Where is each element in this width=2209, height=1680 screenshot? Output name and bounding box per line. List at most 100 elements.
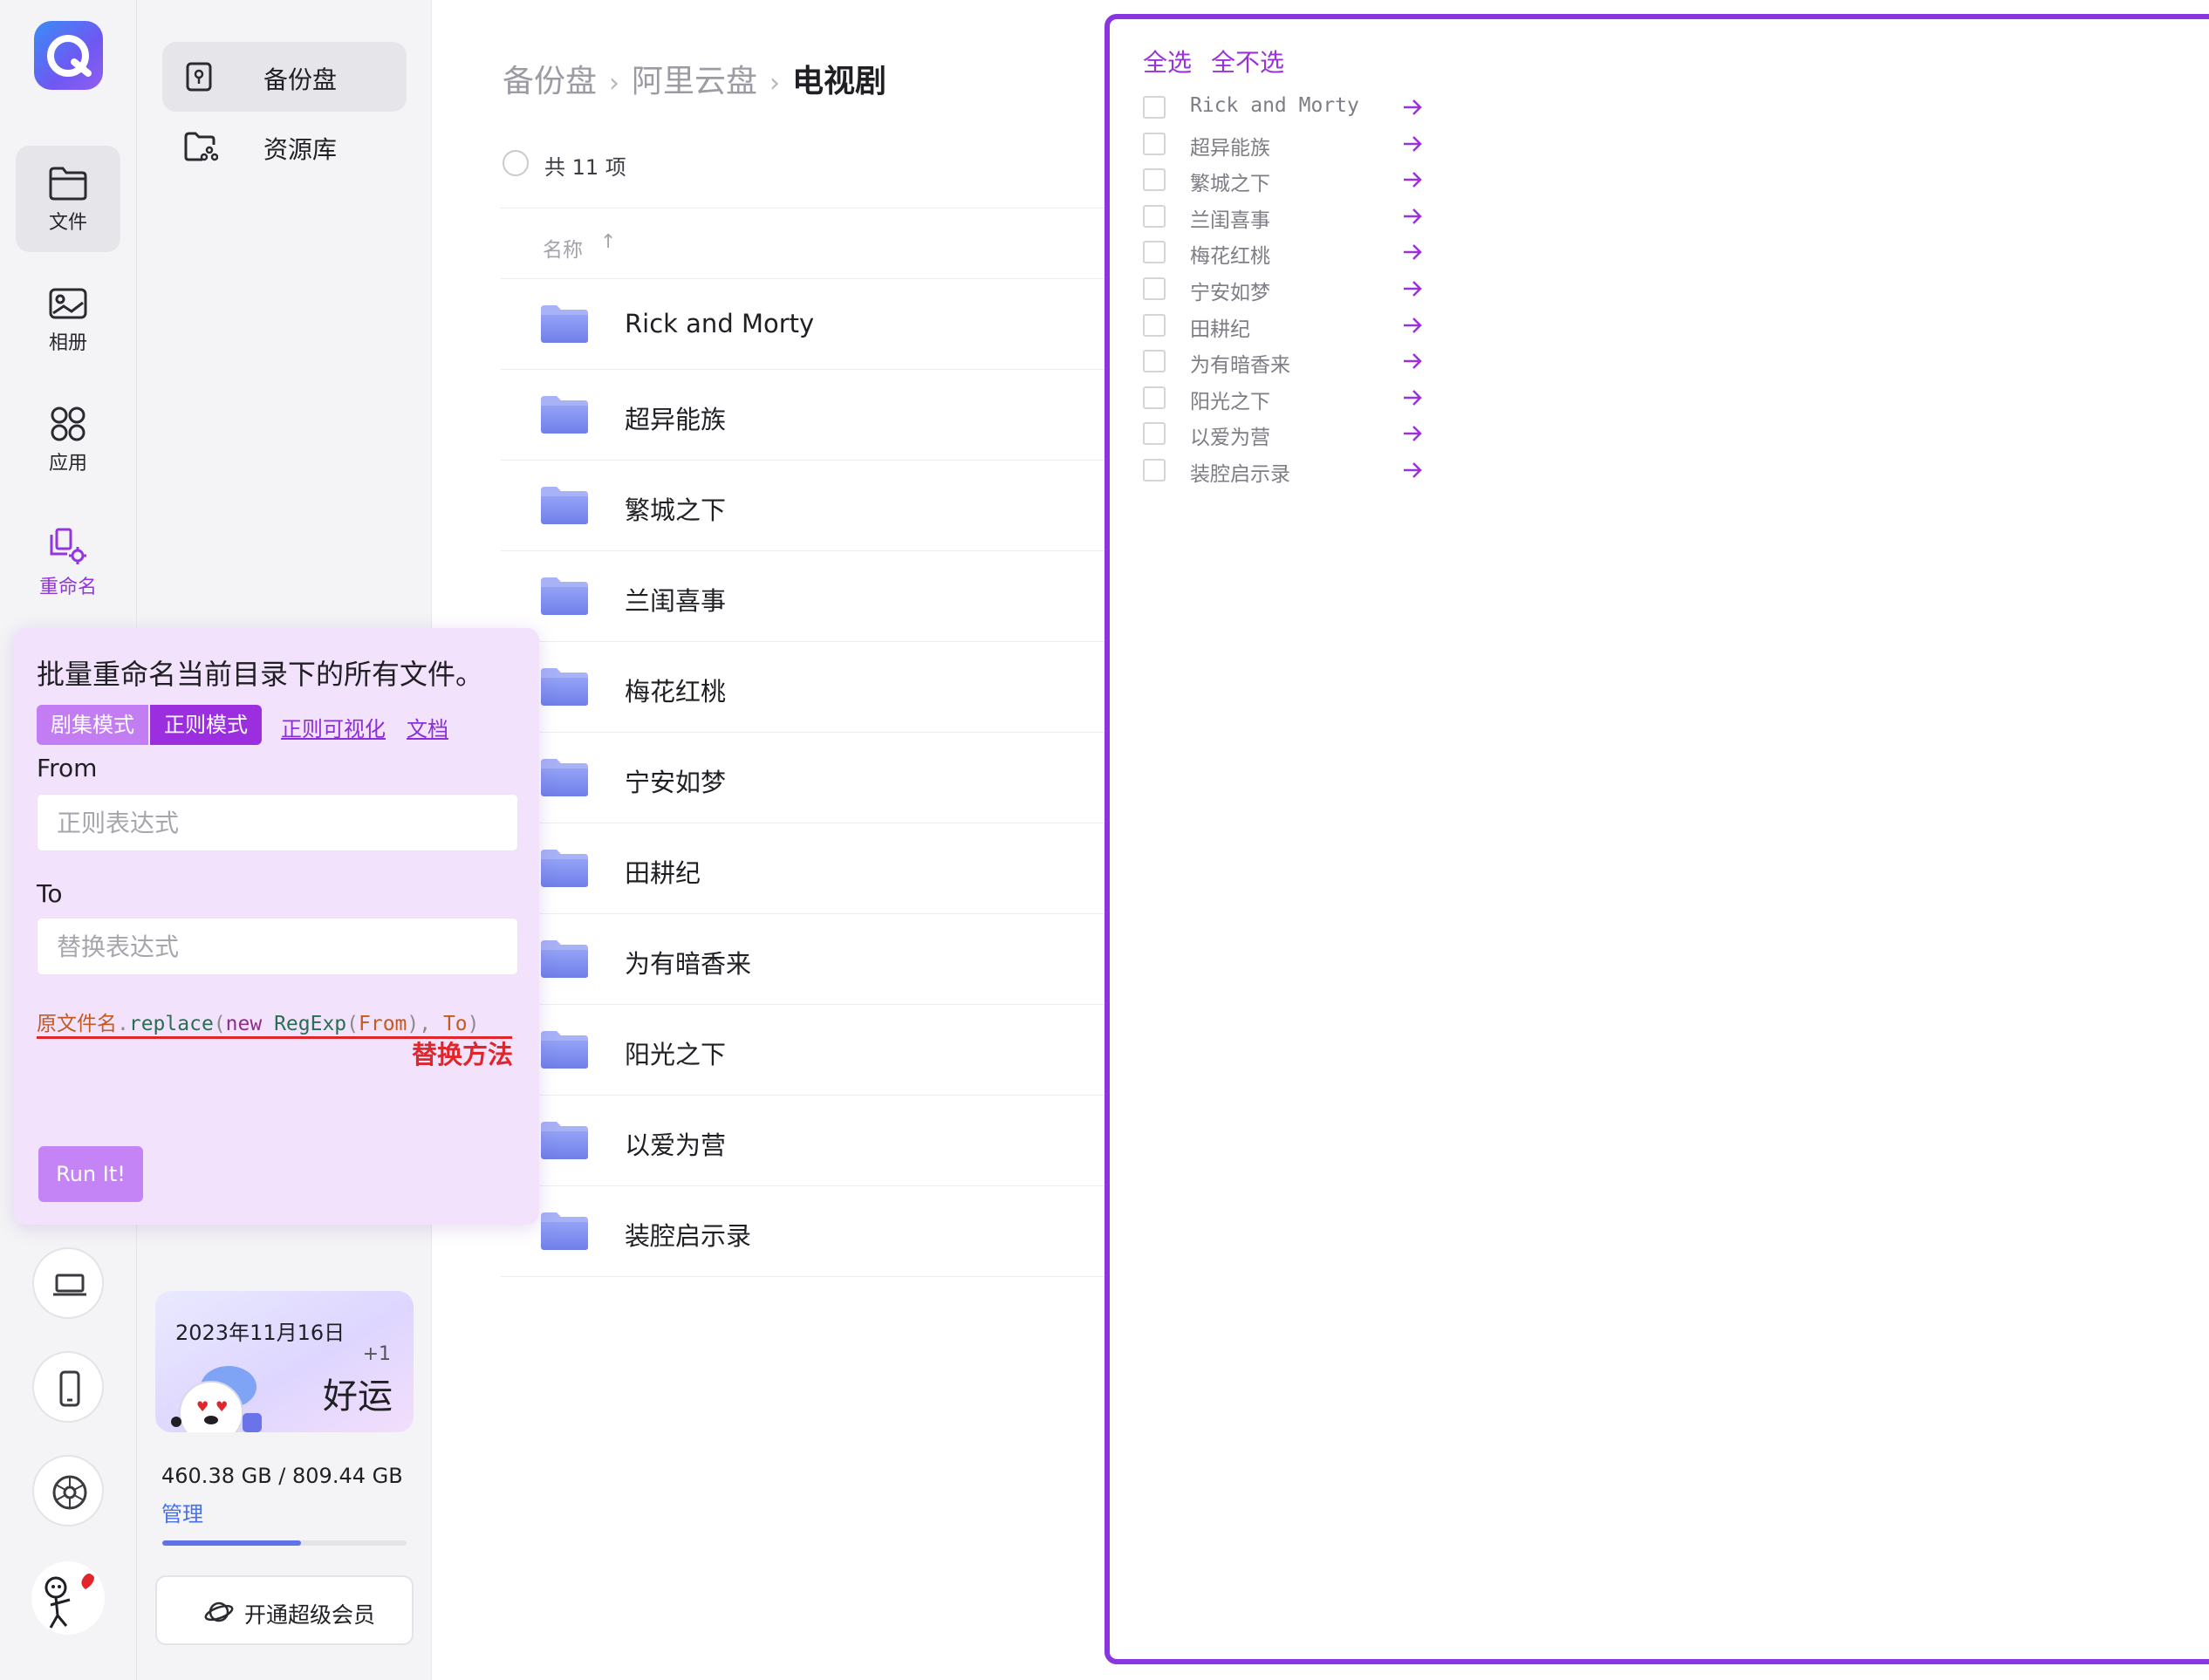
arrow-right-icon (1404, 281, 1422, 297)
settings-button[interactable] (32, 1455, 104, 1526)
sidebar-item-backup-drive[interactable]: 备份盘 (162, 42, 407, 112)
code-token: ) (467, 1013, 480, 1035)
select-all-radio[interactable] (503, 150, 529, 176)
arrow-right-icon (1404, 353, 1422, 370)
svg-text:♥: ♥ (215, 1398, 228, 1415)
docs-link[interactable]: 文档 (407, 712, 448, 742)
rail-item-album[interactable]: 相册 (16, 266, 120, 372)
code-token: ( (213, 1013, 226, 1035)
folder-icon (49, 167, 87, 201)
storage-progress-bar (162, 1540, 407, 1546)
to-label: To (37, 879, 63, 908)
file-row[interactable]: 宁安如梦 (501, 733, 1113, 823)
code-token: RegExp (274, 1013, 347, 1035)
arrow-right-icon (1404, 426, 1422, 442)
regex-visualizer-link[interactable]: 正则可视化 (281, 712, 386, 742)
file-name: 阳光之下 (625, 1040, 727, 1069)
preview-original-name: 超异能族 (1190, 136, 1270, 160)
code-token: . (117, 1013, 129, 1035)
checkin-card[interactable]: 2023年11月16日 +1 好运 ♥ ♥ (155, 1291, 414, 1432)
file-row[interactable]: 田耕纪 (501, 823, 1113, 914)
storage-usage: 460.38 GB / 809.44 GB (161, 1464, 403, 1488)
file-row[interactable]: 繁城之下 (501, 461, 1113, 551)
sort-ascending-icon[interactable]: ↑ (600, 231, 616, 253)
preview-original-name: 宁安如梦 (1190, 282, 1270, 304)
file-row[interactable]: 以爱为营 (501, 1096, 1113, 1186)
file-name: 装腔启示录 (625, 1221, 752, 1251)
preview-actions: 全选 全不选 (1143, 44, 1303, 79)
folder-icon (541, 1122, 588, 1159)
rail-item-label: 相册 (48, 332, 87, 354)
avatar[interactable] (31, 1561, 105, 1635)
preview-checkbox[interactable] (1143, 277, 1166, 300)
preview-checkbox[interactable] (1143, 168, 1166, 192)
code-token: ), (407, 1013, 443, 1035)
folder-icon (541, 1212, 588, 1250)
arrow-right-icon (1404, 208, 1422, 224)
sidebar-item-resource-library[interactable]: 资源库 (162, 112, 407, 181)
to-replace-input[interactable] (37, 918, 518, 975)
phone-button[interactable] (32, 1351, 104, 1423)
file-name: 以爱为营 (625, 1130, 727, 1160)
select-all-button[interactable]: 全选 (1143, 48, 1192, 77)
rename-panel-title: 批量重命名当前目录下的所有文件。 (37, 658, 484, 691)
preview-checkbox[interactable] (1143, 350, 1166, 373)
checkin-date: 2023年11月16日 (175, 1321, 345, 1345)
preview-checkbox[interactable] (1143, 132, 1166, 155)
item-count: 共 11 项 (544, 155, 626, 180)
breadcrumb-item[interactable]: 备份盘 (503, 64, 597, 99)
rail-item-apps[interactable]: 应用 (16, 386, 120, 493)
rail-item-label: 文件 (48, 212, 87, 234)
file-row[interactable]: Rick and Morty (501, 279, 1113, 370)
tab-regex-mode[interactable]: 正则模式 (150, 705, 262, 745)
breadcrumb-item[interactable]: 阿里云盘 (632, 64, 757, 99)
manage-storage-link[interactable]: 管理 (161, 1497, 203, 1527)
folder-icon (541, 850, 588, 887)
avatar-icon (44, 1574, 94, 1629)
rail-item-label: 应用 (48, 453, 87, 475)
preview-checkbox[interactable] (1143, 313, 1166, 337)
file-name: Rick and Morty (625, 309, 815, 338)
rename-icon (50, 528, 86, 564)
preview-original-name: 以爱为营 (1190, 427, 1270, 450)
replace-code-preview: 原文件名.replace(new RegExp(From), To) (37, 1007, 480, 1036)
mascot-icon: ♥ ♥ (171, 1366, 262, 1432)
rail-item-files[interactable]: 文件 (16, 146, 120, 252)
photo-album-icon (49, 288, 87, 319)
preview-checkbox[interactable] (1143, 96, 1166, 119)
file-name: 超异能族 (625, 405, 727, 434)
file-row[interactable]: 兰闺喜事 (501, 551, 1113, 642)
settings-icon (52, 1475, 87, 1510)
file-row[interactable]: 超异能族 (501, 370, 1113, 461)
rail-item-rename[interactable]: 重命名 (16, 507, 120, 613)
preview-original-name: 为有暗香来 (1190, 354, 1290, 378)
file-row[interactable]: 装腔启示录 (501, 1186, 1113, 1277)
from-regex-input[interactable] (37, 794, 518, 851)
vip-upgrade-button[interactable]: 开通超级会员 (155, 1575, 414, 1645)
preview-original-name: 繁城之下 (1190, 173, 1270, 196)
app-logo[interactable] (34, 21, 103, 90)
column-header-name[interactable]: 名称 (543, 233, 583, 263)
folder-icon (541, 759, 588, 796)
folder-icon (541, 1031, 588, 1069)
preview-checkbox[interactable] (1143, 204, 1166, 228)
preview-checkbox[interactable] (1143, 422, 1166, 446)
file-row[interactable]: 为有暗香来 (501, 914, 1113, 1005)
file-row[interactable]: 梅花红桃 (501, 642, 1113, 733)
laptop-button[interactable] (32, 1247, 104, 1319)
file-name: 繁城之下 (625, 495, 727, 525)
tab-episode-mode[interactable]: 剧集模式 (37, 705, 148, 745)
arrow-right-icon (1404, 99, 1422, 115)
arrow-right-icon (1404, 244, 1422, 261)
file-row[interactable]: 阳光之下 (501, 1005, 1113, 1096)
select-none-button[interactable]: 全不选 (1211, 48, 1284, 77)
code-token: ( (346, 1013, 359, 1035)
arrow-right-icon (1404, 389, 1422, 406)
preview-checkbox[interactable] (1143, 241, 1166, 264)
storage-progress-fill (162, 1540, 302, 1546)
preview-checkbox[interactable] (1143, 386, 1166, 409)
run-button[interactable]: Run It! (38, 1146, 143, 1202)
breadcrumb: 备份盘 › 阿里云盘 › 电视剧 (503, 56, 886, 101)
folder-icon (541, 396, 588, 434)
preview-checkbox[interactable] (1143, 459, 1166, 481)
